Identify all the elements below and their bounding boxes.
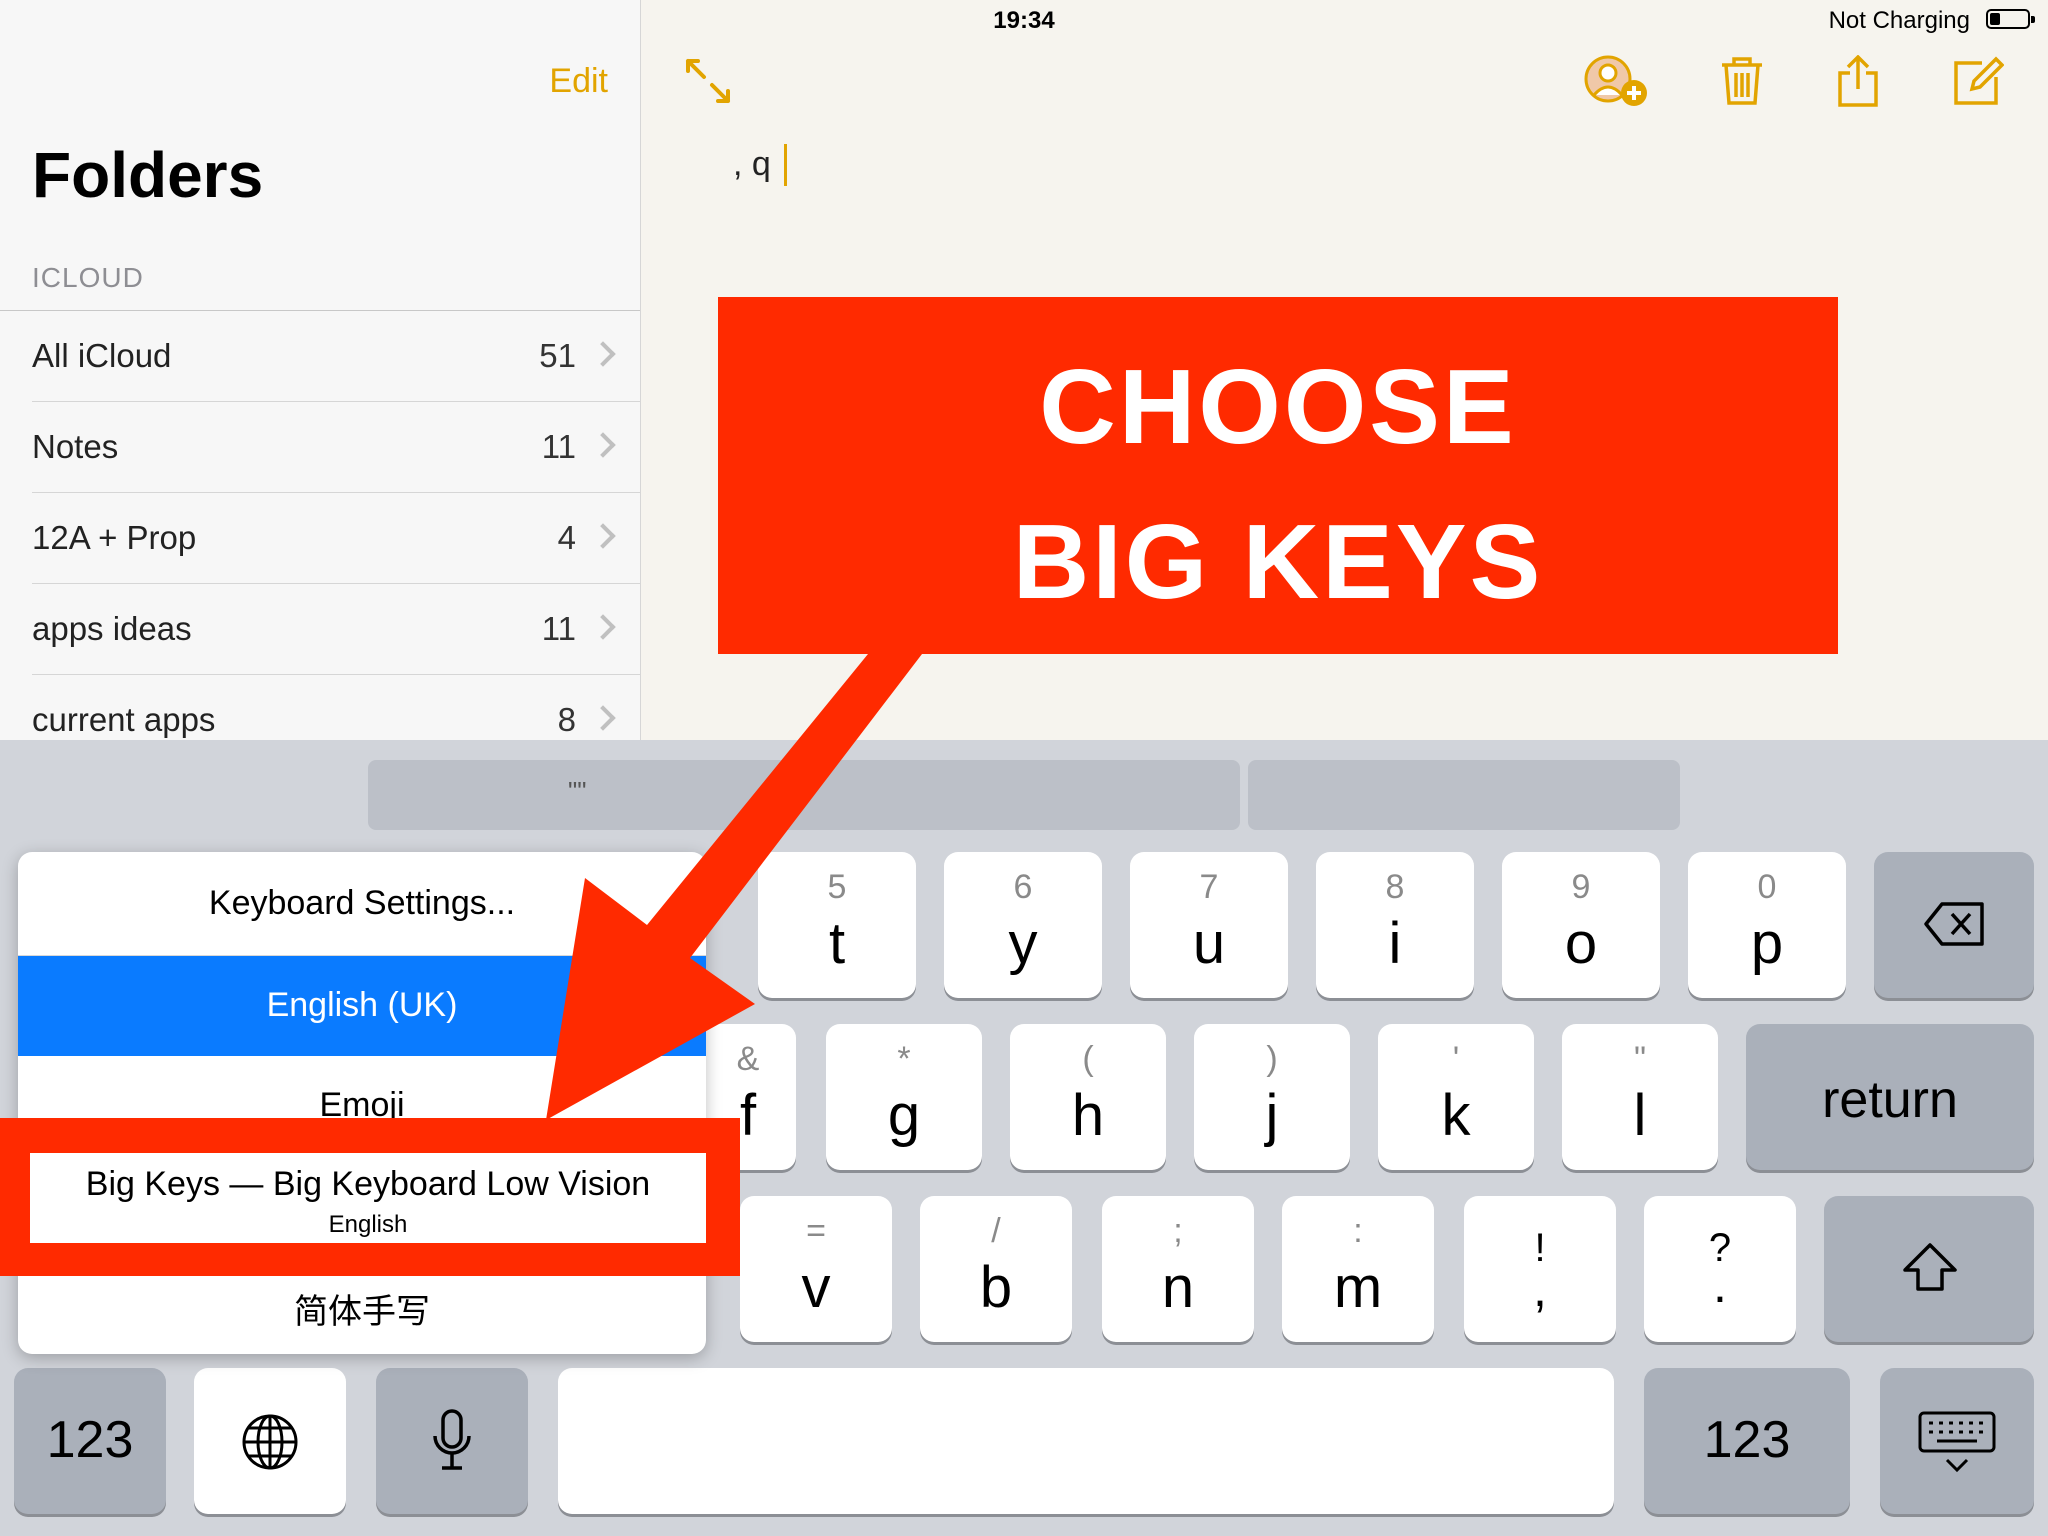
pointer-arrow-icon [546, 654, 922, 1120]
